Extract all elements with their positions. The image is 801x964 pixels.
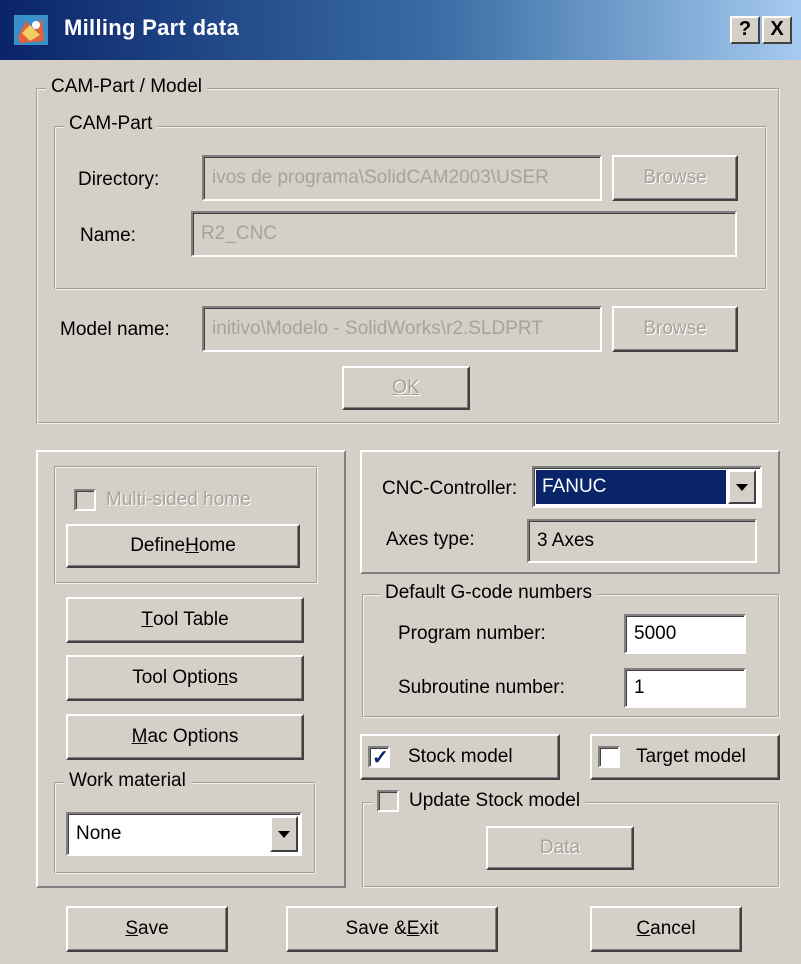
target-model-label: Target model (636, 746, 746, 767)
work-material-dropdown-arrow[interactable] (270, 816, 298, 852)
update-stock-checkbox[interactable] (377, 790, 399, 812)
define-home-button[interactable]: Define Home (66, 524, 300, 568)
multi-sided-home-checkbox[interactable] (74, 489, 96, 511)
subroutine-number-label: Subroutine number: (398, 677, 565, 698)
ok-button-label: OK (392, 377, 420, 398)
checkmark-icon: ✓ (372, 747, 389, 769)
cancel-button[interactable]: Cancel (590, 906, 742, 952)
update-stock-label: Update Stock model (409, 790, 581, 811)
save-exit-key: E (406, 918, 420, 939)
subroutine-number-input[interactable]: 1 (624, 668, 746, 708)
mac-options-button[interactable]: Mac Options (66, 714, 304, 760)
program-number-label: Program number: (398, 623, 546, 644)
directory-field: ivos de programa\SolidCAM2003\USER (202, 155, 602, 201)
multi-sided-home-label: Multi-sided home (106, 489, 251, 510)
directory-label: Directory: (78, 169, 160, 190)
target-model-toggle[interactable]: Target model (590, 734, 780, 780)
tool-options-button[interactable]: Tool Optio n s (66, 655, 304, 701)
cnc-controller-selected: FANUC (536, 470, 726, 504)
stock-model-label: Stock model (408, 746, 513, 767)
target-model-checkbox[interactable] (598, 746, 620, 768)
cnc-controller-dropdown-arrow[interactable] (728, 470, 756, 504)
chevron-down-icon (736, 483, 748, 491)
directory-browse-button[interactable]: Browse (612, 155, 738, 201)
cam-part-group (54, 126, 767, 290)
axes-type-field: 3 Axes (527, 519, 757, 563)
model-browse-button[interactable]: Browse (612, 306, 738, 352)
program-number-input[interactable]: 5000 (624, 614, 746, 654)
save-exit-button[interactable]: Save & Exit (286, 906, 498, 952)
name-field: R2_CNC (191, 211, 737, 257)
axes-type-label: Axes type: (386, 529, 475, 550)
tool-options-post: s (228, 667, 238, 688)
title-bar[interactable]: Milling Part data ? X (0, 0, 801, 60)
tool-table-post: ool Table (152, 609, 229, 630)
data-button[interactable]: Data (486, 826, 634, 870)
mac-options-key: M (131, 726, 148, 747)
save-button[interactable]: Save (66, 906, 228, 952)
cancel-key: C (636, 918, 651, 939)
ok-button[interactable]: OK (342, 366, 470, 410)
tool-options-key: n (217, 667, 229, 688)
close-button[interactable]: X (762, 16, 792, 44)
work-material-value: None (76, 823, 122, 844)
model-name-label: Model name: (60, 319, 170, 340)
model-name-field: initivo\Modelo - SolidWorks\r2.SLDPRT (202, 306, 602, 352)
stock-model-checkbox[interactable]: ✓ (368, 746, 390, 769)
chevron-down-icon (278, 830, 290, 838)
work-material-legend: Work material (64, 770, 191, 792)
define-home-post: ome (198, 535, 236, 556)
stock-model-toggle[interactable]: ✓ Stock model (360, 734, 560, 780)
cnc-controller-value: FANUC (542, 476, 607, 497)
save-post: ave (138, 918, 169, 939)
cam-part-legend: CAM-Part (64, 113, 158, 135)
tool-table-key: T (141, 609, 153, 630)
tool-options-pre: Tool Optio (132, 667, 218, 688)
define-home-key: H (185, 535, 199, 556)
save-key: S (125, 918, 139, 939)
window-title: Milling Part data (64, 15, 240, 40)
app-icon (14, 15, 48, 45)
tool-table-button[interactable]: Tool Table (66, 597, 304, 643)
update-stock-legend: Update Stock model (372, 790, 586, 812)
work-material-select[interactable]: None (66, 812, 302, 856)
name-label: Name: (80, 225, 136, 246)
cnc-controller-label: CNC-Controller: (382, 478, 518, 499)
gcode-legend: Default G-code numbers (380, 582, 597, 604)
mac-options-post: ac Options (147, 726, 239, 747)
cam-part-model-legend: CAM-Part / Model (46, 76, 207, 98)
help-button[interactable]: ? (730, 16, 760, 44)
cancel-post: ancel (650, 918, 696, 939)
define-home-pre: Define (130, 535, 186, 556)
save-exit-post: xit (419, 918, 439, 939)
save-exit-pre: Save & (345, 918, 407, 939)
